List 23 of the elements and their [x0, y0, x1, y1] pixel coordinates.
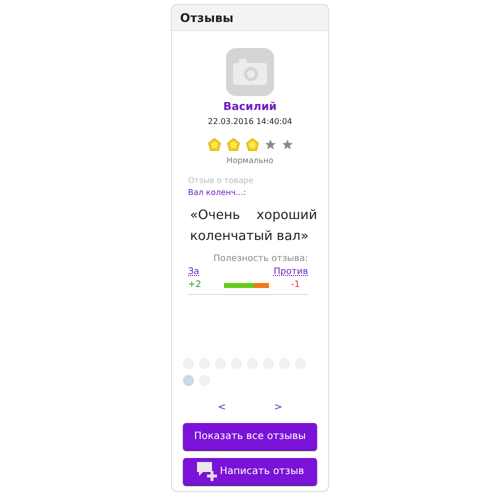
star-empty-icon	[264, 138, 276, 150]
votes-against-count: -1	[291, 280, 300, 290]
star-filled-icon	[226, 138, 240, 150]
camera-icon	[233, 59, 267, 85]
panel-title: Отзывы	[180, 10, 234, 26]
show-all-reviews-button[interactable]: Показать все отзывы	[183, 422, 317, 450]
comment-add-icon	[196, 461, 218, 481]
product-link[interactable]: Вал коленч...:	[188, 186, 312, 198]
usefulness-title: Полезность отзыва:	[213, 252, 308, 266]
previous-button[interactable]: <	[218, 400, 226, 414]
next-button[interactable]: >	[274, 400, 282, 414]
review-quote: «Очень хороший коленчатый вал»	[190, 206, 318, 246]
product-caption: Отзыв о товаре	[188, 174, 254, 186]
votes-for-count: +2	[188, 280, 202, 290]
author-name: Василий	[223, 99, 277, 115]
star-empty-icon	[282, 138, 292, 150]
vote-against-link[interactable]: Против	[274, 266, 308, 280]
review-date: 22.03.2016 14:40:04	[208, 116, 292, 128]
vote-for-link[interactable]: За	[188, 266, 200, 280]
star-filled-icon	[246, 138, 258, 150]
write-review-button[interactable]: Написать отзыв	[183, 458, 317, 484]
star-filled-icon	[208, 138, 220, 150]
rating-label: Нормально	[226, 154, 274, 166]
